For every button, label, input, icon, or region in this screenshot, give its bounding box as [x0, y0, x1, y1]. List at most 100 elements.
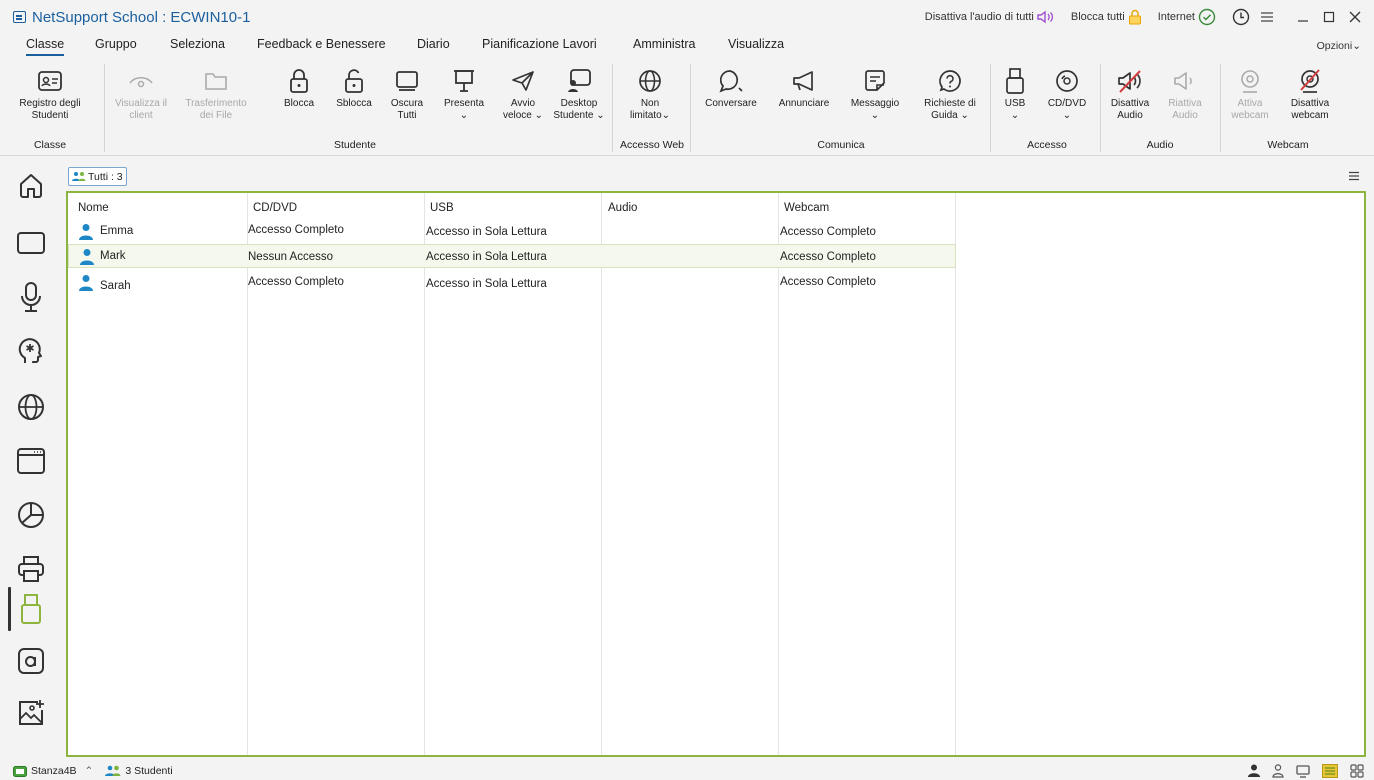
unlock-label: Sblocca: [336, 98, 372, 109]
sidebar-devices[interactable]: [15, 593, 47, 625]
sidebar-screen[interactable]: [15, 227, 47, 259]
menu-pianificazione[interactable]: Pianificazione Lavori: [482, 37, 597, 54]
monitor-view-icon[interactable]: [1296, 764, 1310, 778]
student-register-button[interactable]: Registro degli Studenti: [16, 64, 84, 122]
student-desktop-label: Desktop Studente ⌄: [553, 98, 605, 121]
megaphone-icon: [793, 71, 813, 91]
menu-classe[interactable]: Classe: [26, 37, 65, 56]
column-header-webcam[interactable]: Webcam: [784, 202, 829, 214]
column-header-audio[interactable]: Audio: [608, 202, 637, 214]
column-divider: [424, 193, 425, 755]
chat-button[interactable]: Conversare: [700, 64, 762, 110]
cddvd-button[interactable]: CD/DVD ⌄: [1040, 64, 1094, 122]
sidebar-image[interactable]: [15, 697, 47, 729]
usb-access: Accesso in Sola Lettura: [426, 278, 547, 290]
menu-visualizza[interactable]: Visualizza: [728, 37, 784, 54]
internet-status-button[interactable]: Internet: [1158, 8, 1216, 26]
sidebar-reports[interactable]: [15, 499, 47, 531]
internet-label: Internet: [1157, 11, 1195, 23]
menu-gruppo[interactable]: Gruppo: [95, 37, 137, 54]
details-view-icon[interactable]: [1322, 764, 1338, 778]
show-button[interactable]: Presenta ⌄: [443, 64, 485, 122]
group-label-comunica: Comunica: [817, 139, 865, 151]
ribbon-toolbar: Registro degli Studenti Visualizza il cl…: [0, 60, 1374, 156]
sidebar-printing[interactable]: [15, 553, 47, 585]
sidebar-wellbeing[interactable]: [15, 335, 47, 367]
person-filled-icon[interactable]: [1248, 764, 1260, 778]
close-icon[interactable]: [1348, 10, 1362, 24]
sidebar-home[interactable]: [15, 169, 47, 201]
web-unrestricted-button[interactable]: Non limitato⌄: [624, 64, 676, 122]
app-logo-icon: [13, 11, 26, 23]
column-divider: [601, 193, 602, 755]
message-label: Messaggio ⌄: [850, 98, 900, 121]
options-menu[interactable]: Opzioni⌄: [1317, 40, 1361, 52]
minimize-icon[interactable]: [1296, 10, 1310, 24]
column-header-name[interactable]: Nome: [78, 202, 109, 214]
view-client-button[interactable]: Visualizza il client: [110, 64, 172, 122]
unlock-button[interactable]: Sblocca: [333, 64, 375, 110]
menu-seleziona[interactable]: Seleziona: [170, 37, 225, 54]
menu-amministra[interactable]: Amministra: [633, 37, 696, 54]
room-selector[interactable]: Stanza4B ⌃ 3 Studenti: [13, 765, 173, 777]
group-label-webcam: Webcam: [1267, 139, 1309, 151]
padlock-icon: [1128, 9, 1141, 25]
title-bar: NetSupport School : ECWIN10-1 Disattiva …: [0, 0, 1374, 34]
webcam-access: Accesso Completo: [780, 226, 876, 238]
unmute-audio-button[interactable]: Riattiva Audio: [1164, 64, 1206, 122]
usb-button[interactable]: USB ⌄: [1000, 64, 1030, 122]
mute-all-button[interactable]: Disattiva l'audio di tutti: [925, 10, 1055, 24]
person-outline-icon[interactable]: [1272, 764, 1284, 778]
file-transfer-button[interactable]: Trasferimento dei File: [183, 64, 249, 122]
usb-access: Accesso in Sola Lettura: [426, 251, 547, 263]
announce-label: Annunciare: [778, 98, 830, 109]
blank-all-button[interactable]: Oscura Tutti: [388, 64, 426, 122]
announce-button[interactable]: Annunciare: [772, 64, 836, 110]
help-bubble-icon: [939, 70, 961, 92]
help-requests-button[interactable]: Richieste di Guida ⌄: [916, 64, 984, 122]
menu-lines-icon[interactable]: [1260, 11, 1274, 23]
lock-all-button[interactable]: Blocca tutti: [1071, 9, 1142, 25]
enable-webcam-button[interactable]: Attiva webcam: [1228, 64, 1272, 122]
clock-icon[interactable]: [1232, 8, 1250, 26]
presentation-icon: [454, 70, 474, 92]
sidebar-audio[interactable]: [15, 281, 47, 313]
webcam-off-icon: [1300, 69, 1320, 93]
student-desktop-icon: [568, 69, 591, 92]
student-desktop-button[interactable]: Desktop Studente ⌄: [550, 64, 608, 122]
table-row-selected[interactable]: Mark Nessun Accesso Accesso in Sola Lett…: [68, 244, 956, 268]
message-button[interactable]: Messaggio ⌄: [843, 64, 907, 122]
app-window: NetSupport School : ECWIN10-1 Disattiva …: [0, 0, 1374, 780]
disc-icon: [1056, 70, 1078, 92]
padlock-closed-icon: [290, 69, 308, 93]
lock-button[interactable]: Blocca: [282, 64, 316, 110]
unmute-audio-label: Riattiva Audio: [1168, 98, 1202, 121]
quick-launch-button[interactable]: Avvio veloce ⌄: [500, 64, 546, 122]
lock-label: Blocca: [283, 98, 314, 109]
cddvd-access: Accesso Completo: [248, 276, 344, 288]
home-icon: [20, 174, 42, 198]
group-label-studente: Studente: [333, 139, 377, 151]
mute-all-label: Disattiva l'audio di tutti: [924, 11, 1034, 23]
group-label-accesso: Accesso: [1027, 139, 1067, 151]
tab-all-students[interactable]: Tutti : 3: [68, 167, 127, 186]
grid-view-icon[interactable]: [1350, 764, 1364, 778]
sidebar-web[interactable]: [15, 391, 47, 423]
sidebar-applications[interactable]: [15, 445, 47, 477]
disable-webcam-button[interactable]: Disattiva webcam: [1285, 64, 1335, 122]
mute-audio-button[interactable]: Disattiva Audio: [1106, 64, 1154, 122]
room-name: Stanza4B: [31, 765, 77, 777]
maximize-icon[interactable]: [1322, 10, 1336, 24]
id-card-icon: [38, 71, 62, 91]
status-bar: Stanza4B ⌃ 3 Studenti: [0, 762, 1374, 780]
group-label-audio: Audio: [1146, 139, 1174, 151]
column-header-cddvd[interactable]: CD/DVD: [253, 202, 297, 214]
sidebar-keyboard[interactable]: [15, 645, 47, 677]
view-menu-icon[interactable]: [1348, 171, 1360, 181]
menu-diario[interactable]: Diario: [417, 37, 450, 54]
column-divider: [778, 193, 779, 755]
sidebar-active-indicator: [8, 587, 11, 631]
student-count: 3 Studenti: [125, 765, 173, 777]
column-header-usb[interactable]: USB: [430, 202, 454, 214]
menu-feedback[interactable]: Feedback e Benessere: [257, 37, 386, 54]
